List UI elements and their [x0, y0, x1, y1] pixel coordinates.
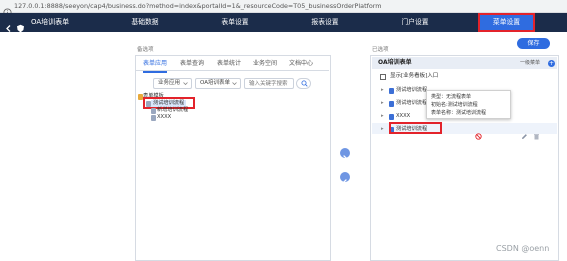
tooltip-type: 类型：无流程表单 [431, 94, 472, 100]
app-type-select[interactable]: 业务应用 [153, 78, 192, 89]
menu-item-label: 测试培训流程 [396, 100, 428, 106]
url-text[interactable]: 127.0.0.1:8888/seeyon/cap4/business.do?m… [14, 1, 381, 12]
tab-business-space[interactable]: 业务空间 [253, 57, 277, 71]
form-file-icon [146, 101, 151, 107]
tab-form-apps[interactable]: 表单应用 [143, 57, 168, 73]
arrow-right-icon [343, 155, 348, 161]
tooltip-initial-name: 初始名:测试培训流程 [431, 102, 478, 108]
chevron-down-icon [183, 82, 188, 86]
tree-item-label: 测试培训流程 [153, 100, 185, 106]
form-file-icon [151, 108, 156, 114]
tab-portal-settings[interactable]: 门户设置 [398, 13, 432, 32]
form-icon [389, 101, 394, 107]
form-select-value: OA培训表单 [200, 80, 230, 86]
menu-item[interactable]: ▸ 测试培训流程 [381, 100, 427, 107]
available-tabs: 表单应用 表单查询 表单统计 业务空间 文档中心 [136, 57, 329, 73]
form-icon [389, 88, 394, 94]
search-icon [301, 80, 308, 87]
move-left-button[interactable] [340, 172, 350, 185]
tree-item[interactable]: XXXX [151, 114, 172, 121]
tab-form-query[interactable]: 表单查询 [180, 57, 204, 71]
tab-report-settings[interactable]: 报表设置 [308, 13, 342, 32]
tab-form-stats[interactable]: 表单统计 [217, 57, 241, 71]
menu-level-link[interactable]: 一级菜单 [520, 57, 540, 69]
watermark: CSDN @oenn [496, 244, 550, 253]
app-type-value: 业务应用 [158, 80, 181, 86]
form-info-tooltip: 类型：无流程表单 初始名:测试培训流程 表单名称：测试培训流程 [426, 90, 511, 119]
tree-item-label: 新增培训流程 [157, 107, 189, 113]
expand-arrow-icon[interactable]: ▸ [381, 87, 384, 93]
expand-arrow-icon[interactable]: ▸ [381, 100, 384, 106]
shield-logo-icon [16, 18, 25, 33]
highlight-box [389, 122, 442, 134]
menu-item-label: 测试培训流程 [396, 87, 428, 93]
delete-icon[interactable] [533, 125, 540, 144]
tree-item[interactable]: 新增培训流程 [151, 107, 189, 114]
app-title: OA培训表单 [31, 18, 70, 26]
menu-item-label: XXXX [396, 113, 411, 119]
search-button[interactable] [296, 78, 311, 89]
menu-item[interactable]: ▸ XXXX [381, 113, 410, 120]
info-icon[interactable] [3, 2, 12, 17]
form-file-icon [151, 115, 156, 121]
menu-item-selected[interactable]: ▸ 测试培训流程 [381, 126, 427, 133]
form-icon [389, 114, 394, 120]
add-menu-icon[interactable]: + [548, 60, 555, 67]
tab-basic-data[interactable]: 基础数据 [128, 13, 162, 32]
tab-doc-center[interactable]: 文档中心 [289, 57, 313, 71]
expand-arrow-icon[interactable]: ▸ [381, 126, 384, 132]
back-arrow-icon[interactable] [4, 18, 13, 32]
top-nav-bar: OA培训表单 基础数据 表单设置 报表设置 门户设置 菜单设置 [0, 13, 567, 33]
tree-item-label: XXXX [157, 114, 172, 120]
expand-arrow-icon[interactable]: ▸ [381, 113, 384, 119]
board-entry-checkbox[interactable] [380, 74, 386, 80]
tab-form-settings[interactable]: 表单设置 [218, 13, 252, 32]
search-input[interactable] [244, 78, 294, 89]
menu-item[interactable]: ▸ 测试培训流程 [381, 87, 427, 94]
chevron-down-icon [232, 82, 237, 86]
form-select[interactable]: OA培训表单 [195, 78, 241, 89]
selected-section-label: 已选项 [372, 47, 389, 53]
move-right-button[interactable] [340, 148, 350, 161]
arrow-left-icon [342, 179, 347, 185]
edit-icon[interactable] [521, 125, 528, 144]
menu-group-title: OA培训表单 [378, 59, 412, 66]
board-entry-label: 显示[业务看板]入口 [390, 73, 439, 79]
tooltip-form-name: 表单名称：测试培训流程 [431, 110, 487, 116]
browser-address-bar[interactable]: 127.0.0.1:8888/seeyon/cap4/business.do?m… [0, 0, 567, 17]
menu-group-header: OA培训表单 一级菜单 + [372, 57, 557, 69]
forbidden-cursor-icon [475, 125, 482, 144]
tree-item-selected[interactable]: 测试培训流程 [146, 100, 187, 107]
selected-panel [370, 55, 559, 261]
save-button[interactable]: 保存 [517, 38, 550, 49]
available-section-label: 备选项 [137, 47, 154, 53]
tab-menu-settings[interactable]: 菜单设置 [478, 13, 535, 32]
